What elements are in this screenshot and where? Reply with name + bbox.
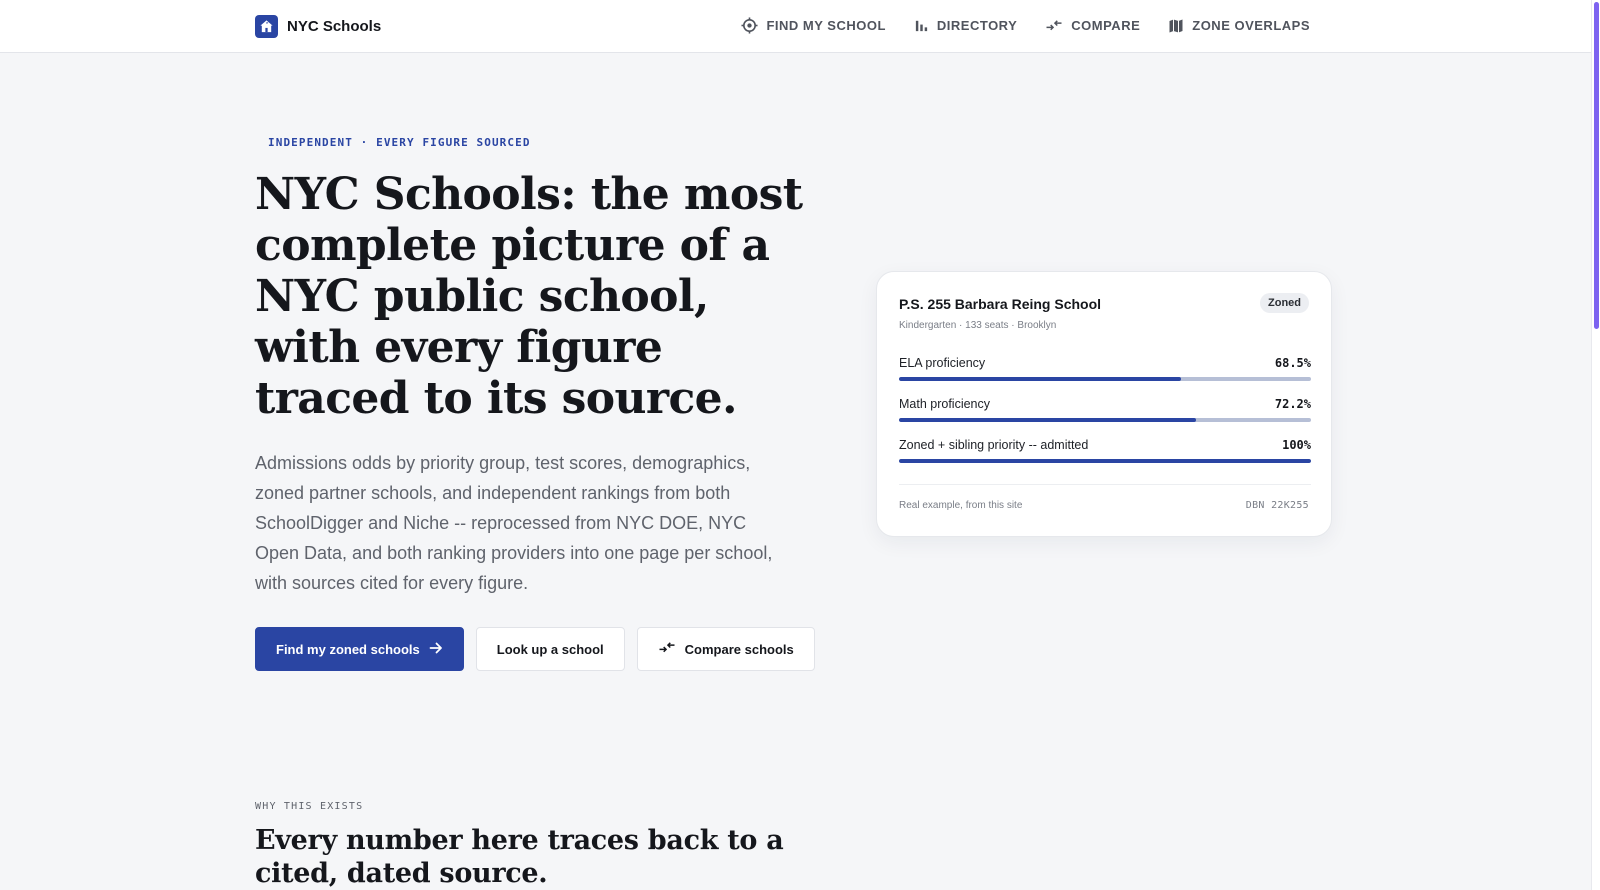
progress-track — [899, 377, 1311, 381]
metric-label: Math proficiency — [899, 397, 991, 411]
nav-compare[interactable]: COMPARE — [1045, 18, 1140, 33]
arrow-right-icon — [429, 641, 443, 658]
progress-fill — [899, 418, 1197, 422]
example-school-card: P.S. 255 Barbara Reing School Zoned Kind… — [876, 271, 1332, 537]
metric-math: Math proficiency 72.2% — [899, 397, 1311, 422]
find-zoned-schools-button[interactable]: Find my zoned schools — [255, 627, 464, 671]
nav-find-my-school[interactable]: FIND MY SCHOOL — [741, 17, 885, 34]
progress-fill — [899, 377, 1182, 381]
metric-admitted: Zoned + sibling priority -- admitted 100… — [899, 438, 1311, 463]
look-up-school-button[interactable]: Look up a school — [475, 627, 625, 671]
target-icon — [741, 17, 759, 34]
main-nav: FIND MY SCHOOL DIRECTORY COMPARE ZONE OV… — [741, 17, 1310, 34]
hero-actions: Find my zoned schools Look up a school C… — [255, 627, 815, 671]
button-label: Find my zoned schools — [276, 641, 420, 657]
scrollbar-thumb[interactable] — [1594, 2, 1599, 329]
compare-schools-button[interactable]: Compare schools — [636, 627, 815, 671]
page-scrollbar[interactable] — [1591, 0, 1600, 890]
bar-chart-icon — [914, 18, 929, 33]
metric-ela: ELA proficiency 68.5% — [899, 356, 1311, 381]
nav-label: DIRECTORY — [936, 18, 1018, 33]
section-eyebrow: WHY THIS EXISTS — [255, 801, 364, 812]
button-label: Look up a school — [496, 641, 604, 657]
button-label: Compare schools — [684, 641, 794, 657]
nav-zone-overlaps[interactable]: ZONE OVERLAPS — [1168, 18, 1310, 34]
nav-directory[interactable]: DIRECTORY — [914, 18, 1017, 33]
hero-title: NYC Schools: the most complete picture o… — [255, 169, 803, 424]
metric-value: 68.5% — [1274, 356, 1311, 370]
card-footnote: Real example, from this site — [899, 500, 1023, 511]
zoned-badge: Zoned — [1260, 293, 1309, 313]
progress-track — [899, 418, 1311, 422]
compare-arrows-icon — [1045, 18, 1063, 33]
top-nav-bar: NYC Schools FIND MY SCHOOL DIRECTORY COM… — [0, 0, 1591, 53]
school-house-icon — [255, 15, 278, 38]
progress-track — [899, 459, 1311, 463]
section-title: Every number here traces back to a cited… — [255, 825, 784, 889]
hero-subtitle: Admissions odds by priority group, test … — [255, 453, 773, 593]
brand-name: NYC Schools — [287, 18, 382, 35]
hero-eyebrow: INDEPENDENT · EVERY FIGURE SOURCED — [268, 136, 531, 149]
dbn-code: DBN 22K255 — [1245, 500, 1309, 511]
card-divider — [899, 484, 1311, 485]
school-meta: Kindergarten · 133 seats · Brooklyn — [899, 320, 1057, 331]
nav-label: ZONE OVERLAPS — [1192, 18, 1310, 33]
metric-label: ELA proficiency — [899, 356, 986, 370]
school-name: P.S. 255 Barbara Reing School — [899, 296, 1102, 312]
metric-label: Zoned + sibling priority -- admitted — [899, 438, 1089, 452]
metric-value: 72.2% — [1274, 397, 1311, 411]
metric-value: 100% — [1282, 438, 1311, 452]
nav-label: FIND MY SCHOOL — [766, 18, 886, 33]
nav-label: COMPARE — [1071, 18, 1141, 33]
progress-fill — [899, 459, 1311, 463]
compare-arrows-icon — [658, 640, 676, 658]
map-icon — [1168, 18, 1184, 34]
brand-home-link[interactable]: NYC Schools — [255, 15, 381, 38]
